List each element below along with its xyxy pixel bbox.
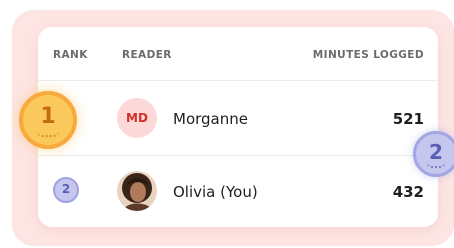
minutes-logged-value: 432 (392, 183, 424, 201)
current-rank-badge-icon: 2 (413, 131, 454, 177)
profile-photo-icon (117, 171, 157, 211)
rank-number: 2 (429, 140, 443, 164)
header-divider (38, 80, 438, 81)
row-divider (38, 155, 438, 156)
avatar-initials: MD (117, 98, 157, 138)
medal-dots-decoration (37, 131, 59, 137)
header-reader: READER (122, 49, 172, 61)
minutes-logged-value: 521 (392, 110, 424, 128)
header-minutes-logged: MINUTES LOGGED (312, 49, 424, 61)
avatar (117, 171, 157, 211)
gold-medal-icon: 1 (19, 91, 77, 149)
rank-number: 1 (40, 104, 56, 129)
reader-name: Morganne (173, 110, 248, 128)
reader-name: Olivia (You) (173, 183, 258, 201)
medal-dots-decoration (427, 163, 445, 168)
header-rank: RANK (53, 49, 88, 61)
silver-medal-icon: 2 (53, 177, 79, 203)
rank-number: 2 (61, 182, 71, 196)
